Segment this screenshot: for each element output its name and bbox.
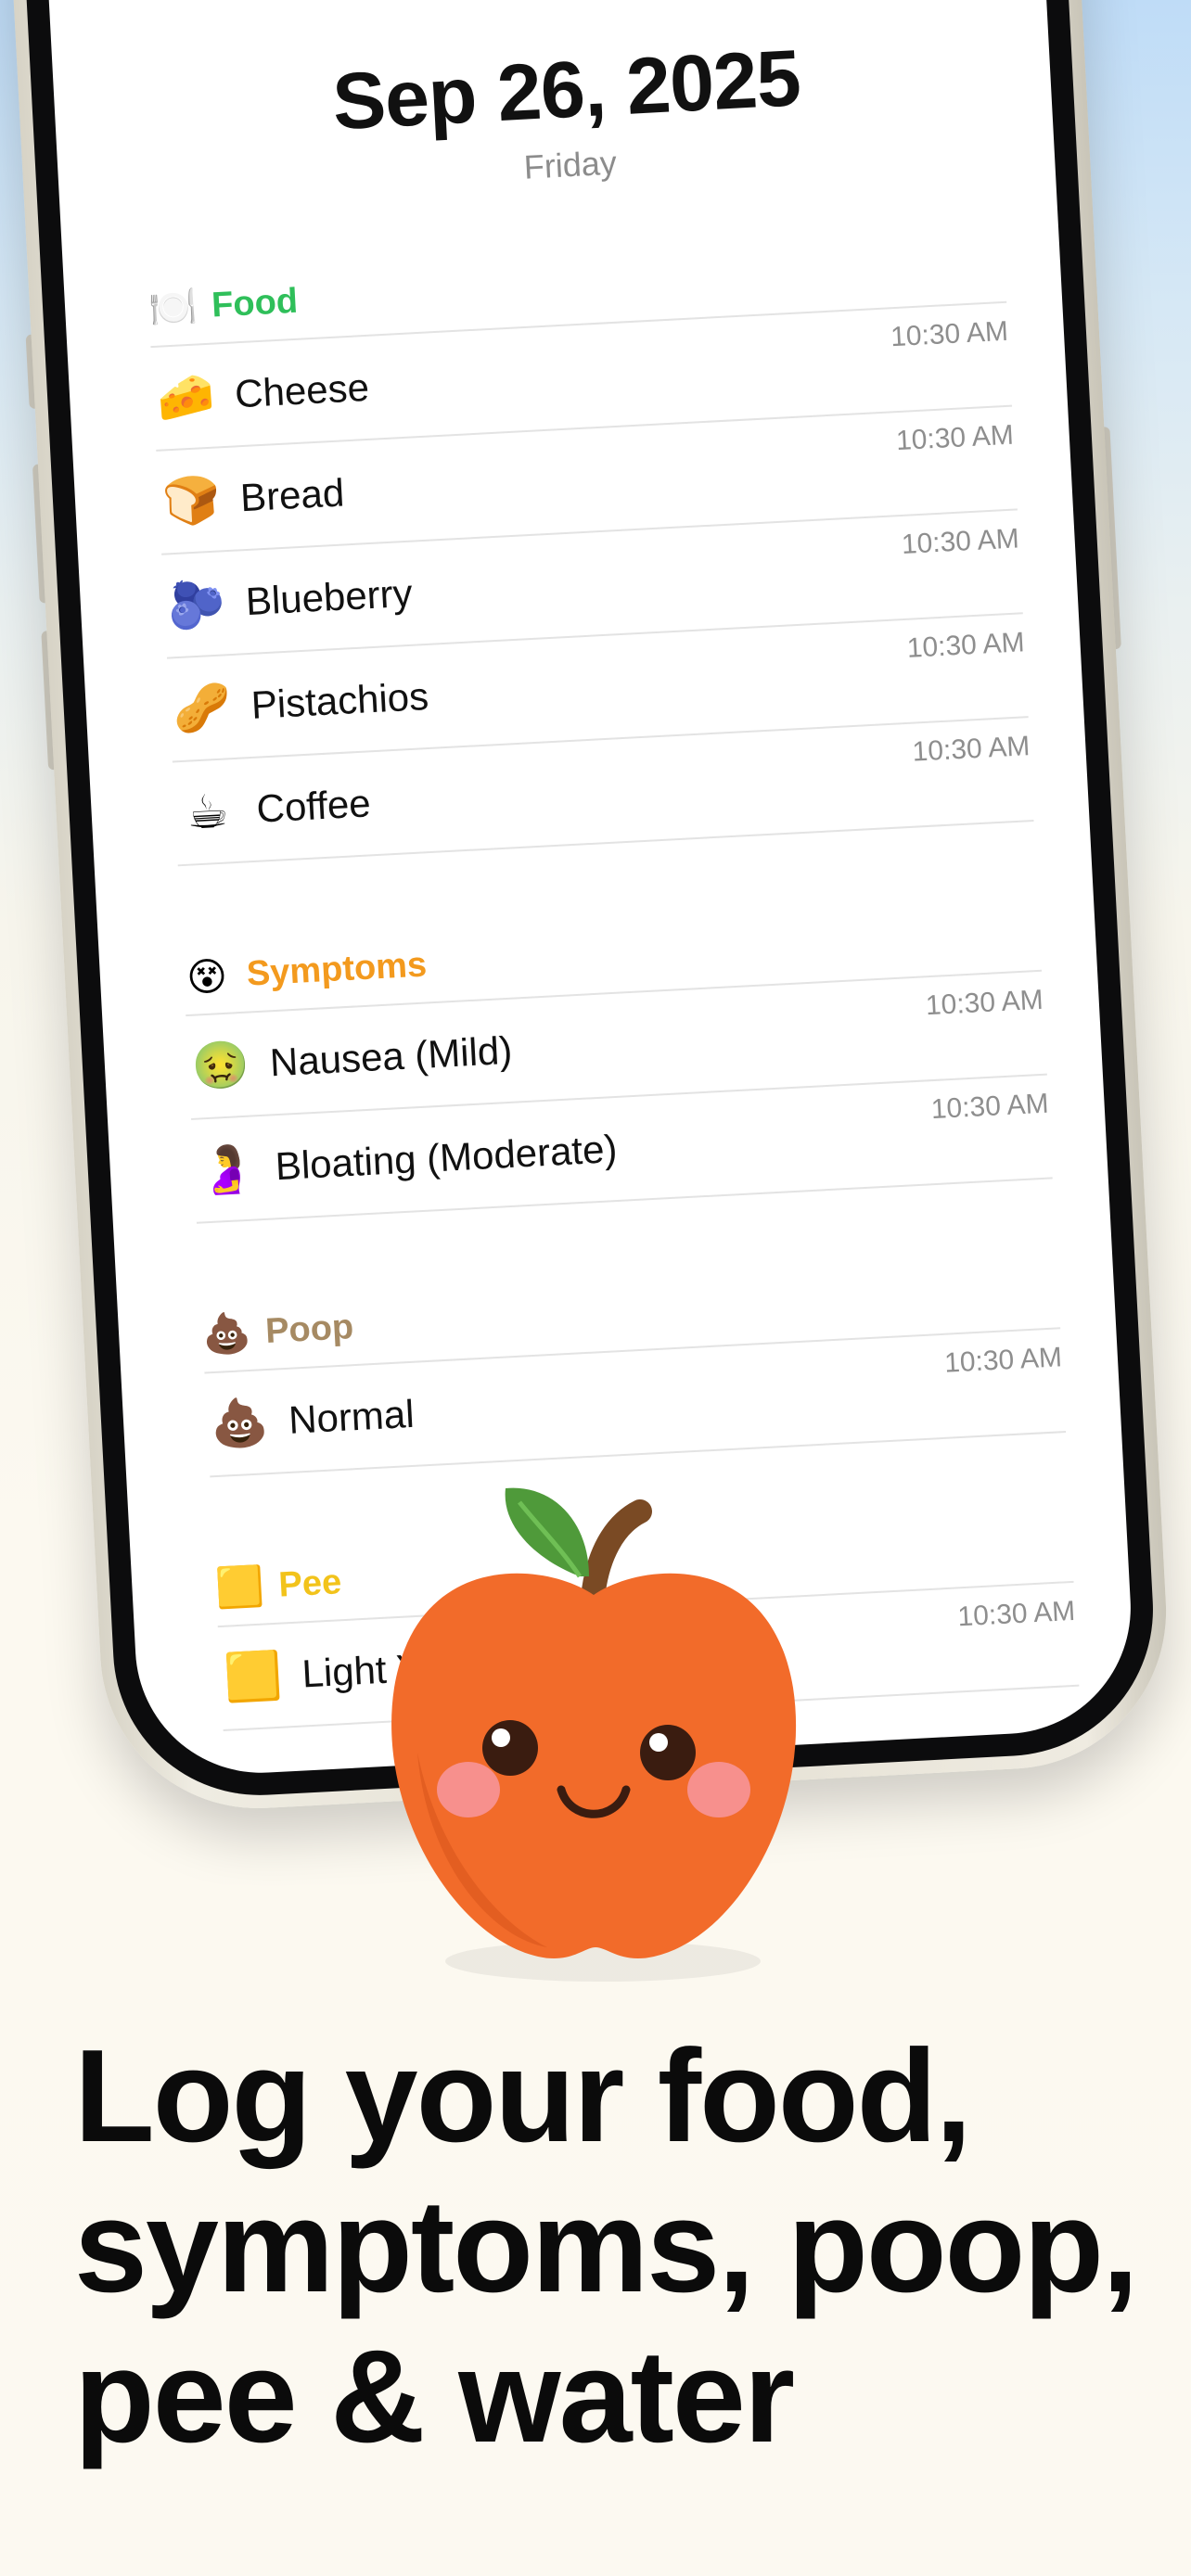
entry-time: 10:30 AM xyxy=(925,984,1044,1022)
section-title: Symptoms xyxy=(245,944,429,994)
entry-time: 10:30 AM xyxy=(930,1088,1050,1126)
food-section-icon: 🍽️ xyxy=(147,283,198,330)
section-food: 🍽️ Food 🧀 Cheese 10:30 AM 🍞 Bread 10:30 AM 🫐 Blue… xyxy=(147,236,1034,867)
section-poop: 💩 Poop 💩 Normal 10:30 AM xyxy=(200,1262,1067,1478)
headline-line-1: Log your food, xyxy=(74,2022,972,2170)
poop-section-icon: 💩 xyxy=(201,1309,252,1357)
marketing-headline: Log your food, symptoms, poop, pee & wat… xyxy=(74,2021,1169,2472)
pee-section-icon: 🟨 xyxy=(214,1563,266,1610)
section-symptoms: 😵 Symptoms 🤢 Nausea (Mild) 10:30 AM 🤰 Bloating… xyxy=(182,904,1053,1224)
entry-time: 10:30 AM xyxy=(890,315,1009,353)
headline-line-2: symptoms, poop, xyxy=(74,2172,1139,2320)
entry-icon: 🟨 xyxy=(223,1649,284,1704)
apple-mascot-illustration xyxy=(391,1487,797,1982)
entry-icon: 🍞 xyxy=(160,472,222,529)
entry-icon: 🤢 xyxy=(190,1038,251,1093)
symptoms-section-icon: 😵 xyxy=(185,953,229,1000)
headline-line-3: pee & water xyxy=(74,2322,795,2470)
entry-icon: ☕ xyxy=(185,784,230,839)
entry-time: 10:30 AM xyxy=(911,731,1031,768)
entry-icon: 🧀 xyxy=(155,369,216,425)
entry-time: 10:30 AM xyxy=(943,1342,1063,1379)
entry-icon: 🥜 xyxy=(172,680,233,735)
entry-time: 10:30 AM xyxy=(905,627,1026,664)
section-title: Poop xyxy=(264,1307,355,1351)
entry-icon: 🫐 xyxy=(166,576,227,631)
entry-icon: 🤰 xyxy=(196,1141,257,1197)
entry-time: 10:30 AM xyxy=(901,523,1020,560)
section-title: Pee xyxy=(277,1562,343,1605)
entry-time: 10:30 AM xyxy=(956,1595,1077,1633)
entry-time: 10:30 AM xyxy=(895,419,1015,457)
section-title: Food xyxy=(211,281,300,325)
entry-icon: 💩 xyxy=(209,1395,270,1450)
